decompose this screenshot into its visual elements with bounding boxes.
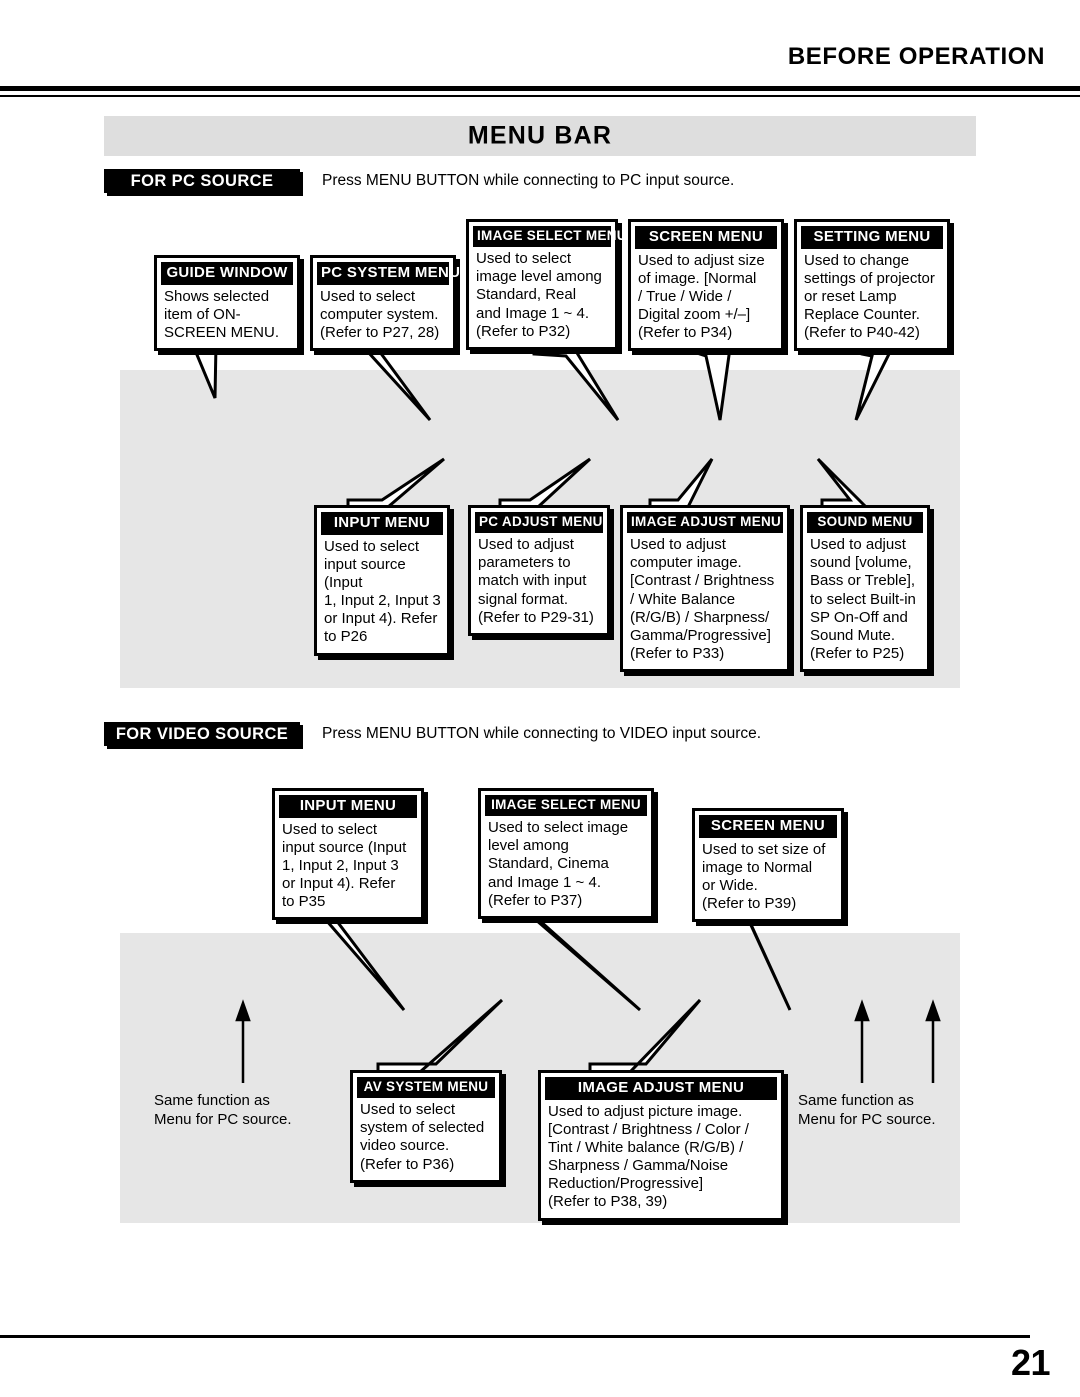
section-band: MENU BAR	[104, 116, 976, 156]
note-for-video-source: Press MENU BUTTON while connecting to VI…	[322, 725, 762, 742]
callout-title: IMAGE ADJUST MENU	[627, 512, 783, 534]
callout-body: Used to select image level among Standar…	[476, 250, 602, 340]
note-same-function-left: Same function as Menu for PC source.	[154, 1092, 292, 1128]
callout-pc-system-menu: PC SYSTEM MENU Used to select computer s…	[310, 255, 460, 352]
callout-body: Shows selected item of ON- SCREEN MENU.	[164, 287, 280, 342]
callout-body: Used to select system of selected video …	[360, 1101, 485, 1173]
header-rule-thin	[0, 95, 1080, 97]
callout-title: PC SYSTEM MENU	[317, 262, 460, 285]
callout-image-select-menu-pc: IMAGE SELECT MENU Used to select image l…	[466, 219, 627, 350]
callout-pc-adjust-menu: PC ADJUST MENU Used to adjust parameters…	[468, 505, 610, 636]
callout-title: SOUND MENU	[807, 512, 923, 534]
page-number: 21	[1010, 1342, 1051, 1383]
callout-body: Used to change settings of projector or …	[804, 251, 935, 342]
callout-body: Used to adjust parameters to match with …	[478, 536, 594, 626]
callout-image-adjust-menu-pc: IMAGE ADJUST MENU Used to adjust compute…	[620, 505, 790, 673]
footer-rule	[0, 1335, 1030, 1338]
header-rule-thick	[0, 86, 1080, 91]
callout-title: PC ADJUST MENU	[475, 512, 603, 534]
note-for-pc-source: Press MENU BUTTON while connecting to PC…	[322, 172, 735, 189]
callout-body: Used to select image level among Standar…	[488, 819, 629, 909]
callout-title: SETTING MENU	[801, 226, 943, 249]
tag-for-video-source: FOR VIDEO SOURCE	[104, 722, 300, 746]
callout-guide-window: GUIDE WINDOW Shows selected item of ON- …	[154, 255, 300, 352]
callout-title: GUIDE WINDOW	[161, 262, 293, 285]
callout-setting-menu: SETTING MENU Used to change settings of …	[794, 219, 950, 352]
callout-title: SCREEN MENU	[699, 815, 837, 838]
callout-sound-menu: SOUND MENU Used to adjust sound [volume,…	[800, 505, 930, 673]
callout-body: Used to adjust computer image. [Contrast…	[630, 536, 775, 663]
callout-body: Used to select input source (Input 1, In…	[282, 820, 407, 911]
callout-image-select-menu-video: IMAGE SELECT MENU Used to select image l…	[478, 788, 654, 919]
note-same-function-right: Same function as Menu for PC source.	[798, 1092, 936, 1128]
callout-title: INPUT MENU	[321, 512, 443, 535]
callout-body: Used to select input source (Input 1, In…	[324, 537, 441, 646]
callout-body: Used to adjust picture image. [Contrast …	[548, 1102, 749, 1211]
callout-screen-menu-video: SCREEN MENU Used to set size of image to…	[692, 808, 844, 923]
callout-body: Used to adjust size of image. [Normal / …	[638, 251, 765, 342]
callout-title: IMAGE SELECT MENU	[473, 226, 627, 248]
callout-body: Used to set size of image to Normal or W…	[702, 840, 826, 913]
section-title: MENU BAR	[467, 121, 613, 150]
callout-title: SCREEN MENU	[635, 226, 777, 249]
page-title: BEFORE OPERATION	[787, 43, 1045, 70]
callout-title: IMAGE ADJUST MENU	[545, 1077, 777, 1100]
callout-image-adjust-menu-video: IMAGE ADJUST MENU Used to adjust picture…	[538, 1070, 784, 1221]
callout-input-menu-video: INPUT MENU Used to select input source (…	[272, 788, 424, 921]
callout-av-system-menu: AV SYSTEM MENU Used to select system of …	[350, 1070, 502, 1183]
callout-title: AV SYSTEM MENU	[357, 1077, 495, 1099]
callout-body: Used to adjust sound [volume, Bass or Tr…	[810, 536, 916, 663]
callout-screen-menu-pc: SCREEN MENU Used to adjust size of image…	[628, 219, 784, 352]
callout-body: Used to select computer system. (Refer t…	[320, 287, 440, 342]
callout-title: INPUT MENU	[279, 795, 417, 818]
tag-for-pc-source: FOR PC SOURCE	[104, 169, 300, 193]
callout-title: IMAGE SELECT MENU	[485, 795, 647, 817]
page-header: BEFORE OPERATION	[0, 0, 1080, 100]
callout-input-menu-pc: INPUT MENU Used to select input source (…	[314, 505, 450, 656]
